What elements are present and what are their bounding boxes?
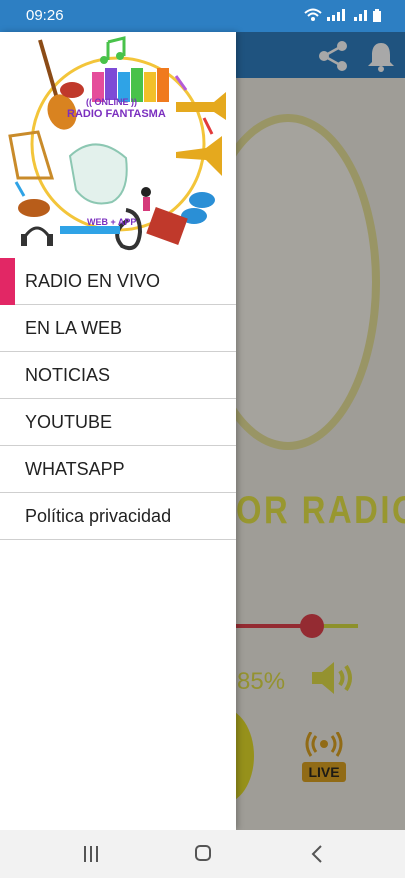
system-nav-bar xyxy=(0,830,405,878)
menu-item-youtube[interactable]: YOUTUBE xyxy=(0,399,236,446)
menu-item-whatsapp[interactable]: WHATSAPP xyxy=(0,446,236,493)
status-icons xyxy=(304,8,381,22)
signal-icon-2 xyxy=(354,10,367,21)
back-icon[interactable] xyxy=(311,845,323,863)
menu-item-label: NOTICIAS xyxy=(25,365,111,385)
menu-item-politica-privacidad[interactable]: Política privacidad xyxy=(0,493,236,540)
navigation-drawer: (( ONLINE )) RADIO FANTASMA WEB + APP RA… xyxy=(0,32,236,830)
logo-badge-text: (( ONLINE )) xyxy=(86,97,137,107)
signal-icon xyxy=(327,9,345,21)
battery-icon xyxy=(373,8,381,22)
home-icon[interactable] xyxy=(195,845,211,861)
recent-apps-icon[interactable] xyxy=(84,846,98,862)
status-bar: 09:26 xyxy=(0,0,405,32)
logo-title-text: RADIO FANTASMA xyxy=(67,108,166,120)
menu-item-label: RADIO EN VIVO xyxy=(25,271,161,291)
active-indicator xyxy=(0,258,15,305)
menu-item-radio-en-vivo[interactable]: RADIO EN VIVO xyxy=(0,258,236,305)
drawer-header: (( ONLINE )) RADIO FANTASMA WEB + APP xyxy=(0,32,236,258)
menu-item-label: EN LA WEB xyxy=(25,318,123,338)
wifi-icon xyxy=(304,8,322,21)
logo-subtitle-text: WEB + APP xyxy=(87,217,137,227)
menu-item-label: Política privacidad xyxy=(25,506,172,526)
status-time: 09:26 xyxy=(26,7,64,24)
menu-item-noticias[interactable]: NOTICIAS xyxy=(0,352,236,399)
menu-item-label: YOUTUBE xyxy=(25,412,113,432)
menu-item-en-la-web[interactable]: EN LA WEB xyxy=(0,305,236,352)
menu-item-label: WHATSAPP xyxy=(25,459,125,479)
drawer-menu: RADIO EN VIVO EN LA WEB NOTICIAS YOUTUBE… xyxy=(0,258,236,540)
